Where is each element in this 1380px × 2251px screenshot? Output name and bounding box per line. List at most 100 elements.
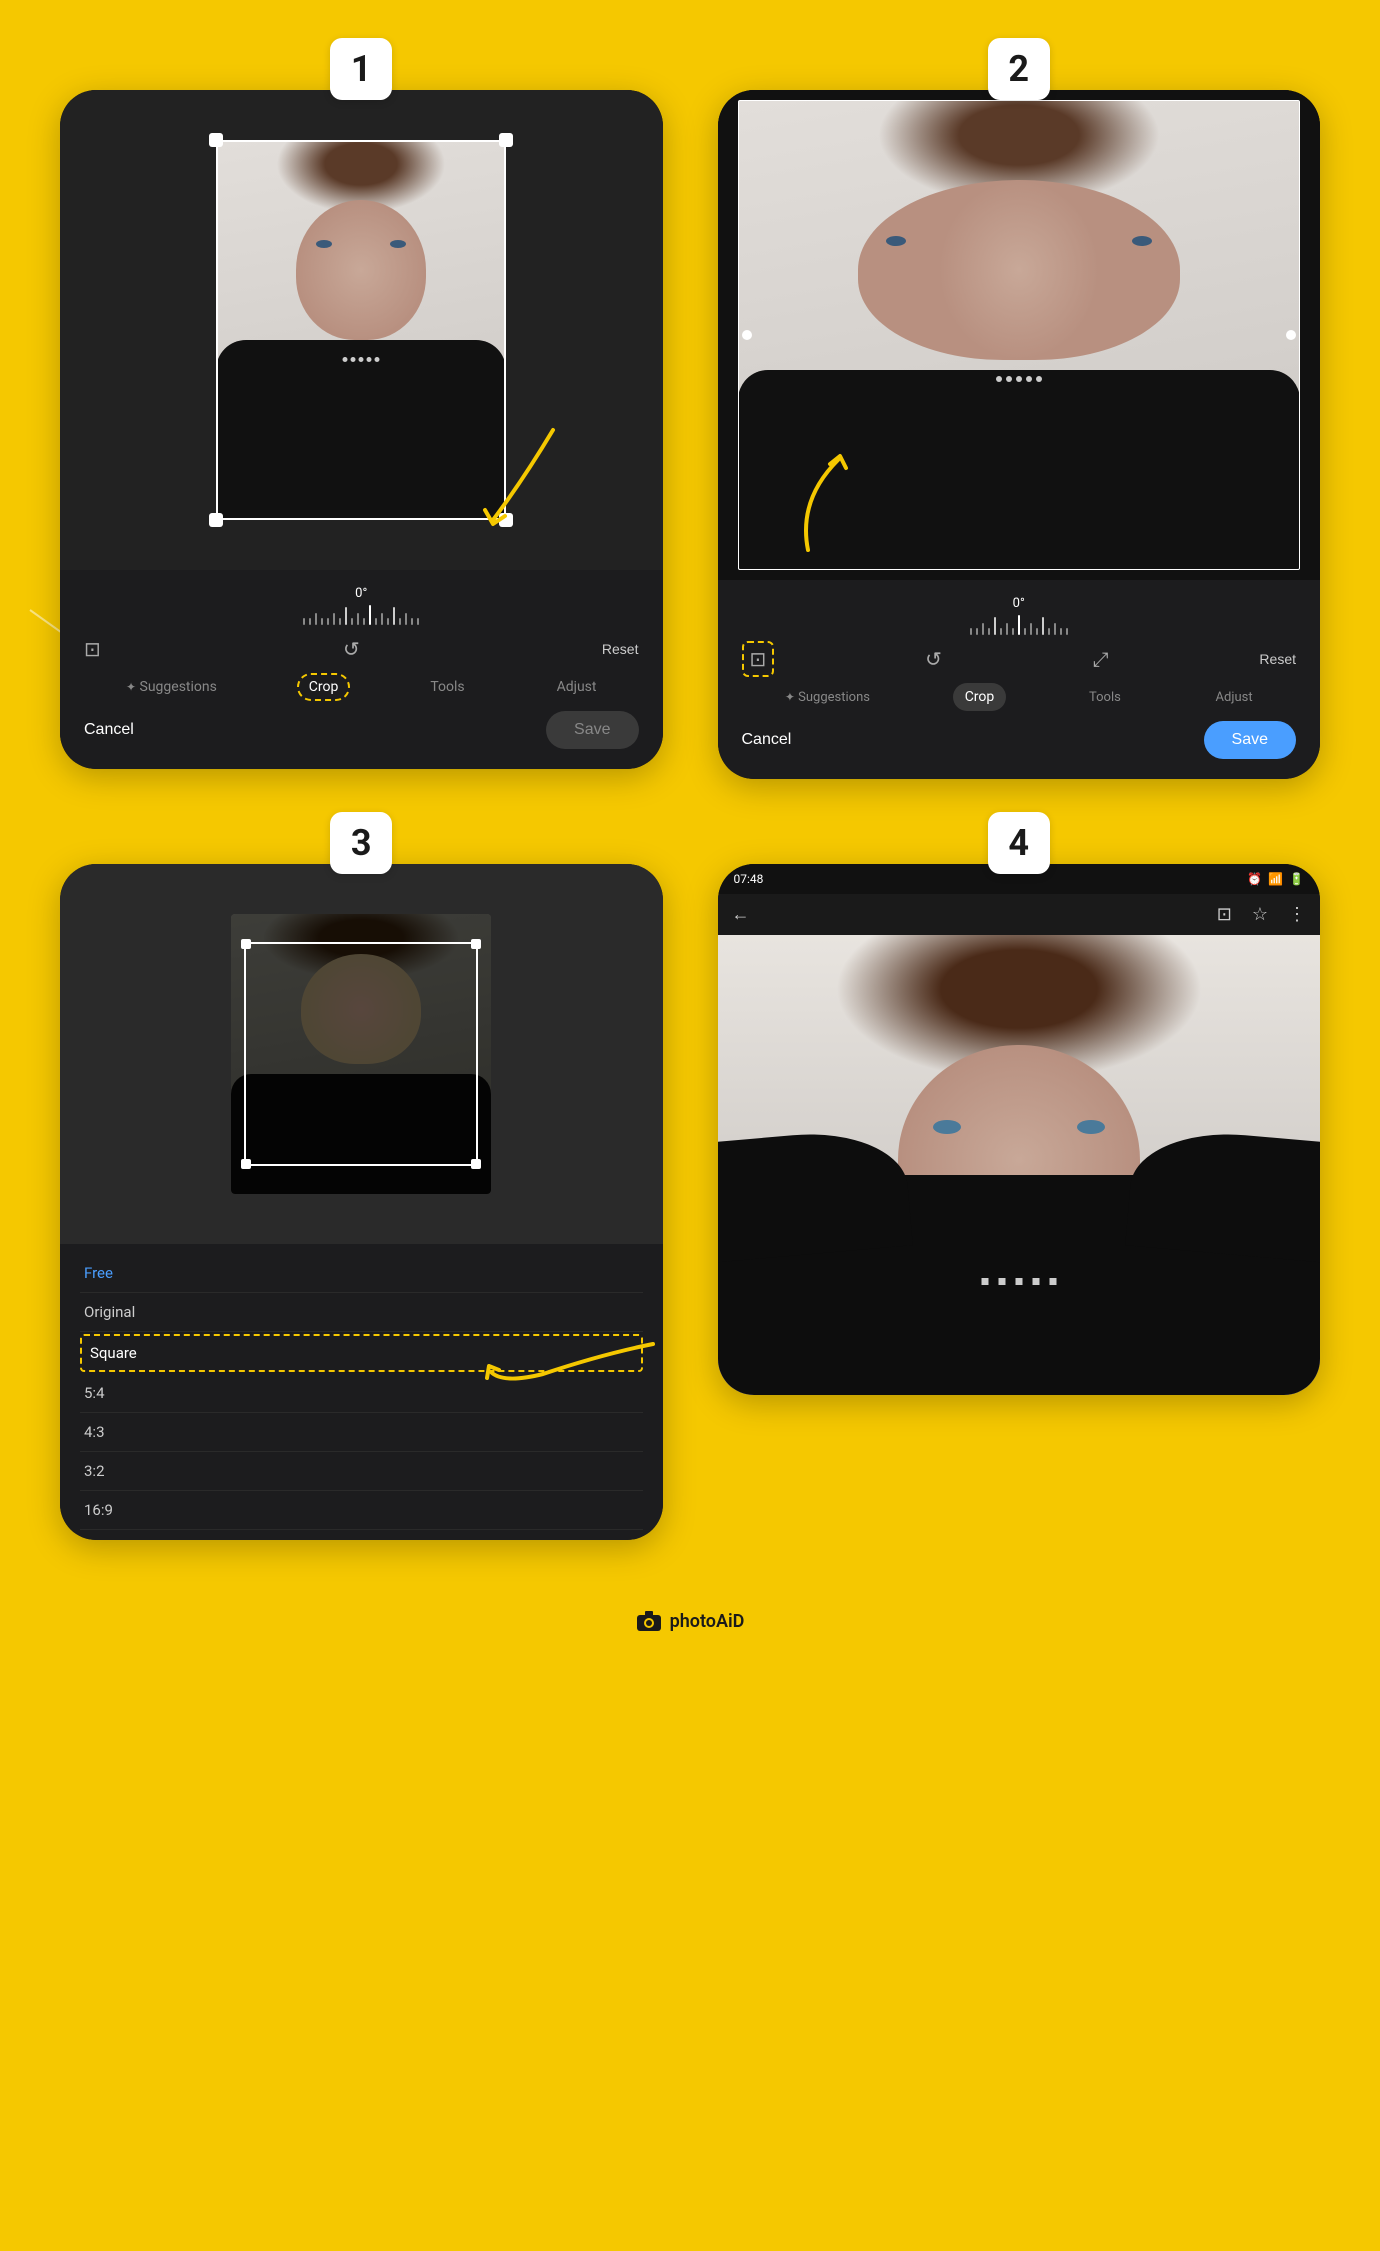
crop-list: Free Original Square 5:4 4:3 3:2 16:9 [60, 1244, 663, 1540]
ruler-mark [339, 618, 341, 625]
ruler-mark [327, 618, 329, 625]
ruler-mark [1030, 623, 1032, 635]
save-button-1[interactable]: Save [546, 711, 638, 749]
arrow-1 [443, 420, 583, 540]
crop-handle-br-3[interactable] [471, 1159, 481, 1169]
cancel-button-1[interactable]: Cancel [84, 721, 134, 739]
tab-row-1: ✦ Suggestions Crop Tools Adjust [80, 673, 643, 701]
battery-icon: 🔋 [1289, 872, 1304, 886]
ruler-mark [363, 618, 365, 625]
crop-option-16-9[interactable]: 16:9 [80, 1491, 643, 1530]
cancel-button-2[interactable]: Cancel [742, 731, 792, 749]
ruler-mark [315, 613, 317, 625]
ruler-mark [333, 613, 335, 625]
ruler-mark [1006, 623, 1008, 635]
tab-tools-2[interactable]: Tools [1077, 684, 1133, 711]
step-4-photo-result [718, 935, 1321, 1395]
step-2-phone: 0° [718, 90, 1321, 779]
rotate-icon[interactable]: ↺ [343, 637, 360, 661]
more-icon[interactable]: ⋮ [1288, 904, 1306, 925]
tab-crop-1[interactable]: Crop [297, 673, 351, 701]
step-4-badge: 4 [988, 812, 1050, 874]
expand-icon-2[interactable]: ⤢ [1093, 647, 1109, 671]
step-1-image-area [60, 90, 663, 570]
toolbar-row-1: ⊡ ↺ Reset [80, 637, 643, 661]
ruler-mark [351, 618, 353, 625]
tab-suggestions-1[interactable]: ✦ Suggestions [114, 673, 229, 701]
crop-option-original[interactable]: Original [80, 1293, 643, 1332]
ruler-mark [405, 613, 407, 625]
ruler-mark [1054, 623, 1056, 635]
ruler-mark [994, 617, 996, 635]
tab-row-2: ✦ Suggestions Crop Tools Adjust [738, 683, 1301, 711]
star-icon[interactable]: ☆ [1252, 904, 1268, 925]
step-3-photo [231, 914, 491, 1194]
status-icons: ⏰ 📶 🔋 [1247, 872, 1304, 886]
crop-handle-tl-1[interactable] [209, 133, 223, 147]
step-2-controls: 0° [718, 580, 1321, 779]
step-2-badge: 2 [988, 38, 1050, 100]
camera-icon [636, 1610, 662, 1632]
ruler-mark [1066, 628, 1068, 635]
crop-option-4-3[interactable]: 4:3 [80, 1413, 643, 1452]
tab-adjust-2[interactable]: Adjust [1204, 684, 1265, 711]
step-4-wrapper: 4 07:48 ⏰ 📶 🔋 ← ⊡ ☆ [718, 834, 1321, 1540]
step-1-phone: 0° [60, 90, 663, 769]
tab-adjust-1[interactable]: Adjust [545, 673, 609, 701]
reset-button-2[interactable]: Reset [1259, 651, 1296, 667]
ruler-mark [417, 618, 419, 625]
arrow-3 [483, 1334, 663, 1394]
step-1-controls: 0° [60, 570, 663, 769]
ruler-mark [303, 618, 305, 625]
crop-handle-bl-3[interactable] [241, 1159, 251, 1169]
rotation-ruler-2: 0° [738, 596, 1301, 635]
crop-option-free[interactable]: Free [80, 1254, 643, 1293]
step-3-phone: Free Original Square 5:4 4:3 3:2 16:9 [60, 864, 663, 1540]
ruler-mark [982, 623, 984, 635]
tab-tools-1[interactable]: Tools [418, 673, 476, 701]
step-3-image-area [60, 864, 663, 1244]
save-button-2[interactable]: Save [1204, 721, 1296, 759]
browser-bar: ← ⊡ ☆ ⋮ [718, 894, 1321, 935]
rotation-ruler-1: 0° [80, 586, 643, 625]
ruler-mark [411, 618, 413, 625]
ruler-mark [1048, 628, 1050, 635]
crop-handle-tr-3[interactable] [471, 939, 481, 949]
ruler-mark [381, 613, 383, 625]
ruler-mark [357, 613, 359, 625]
bottom-row-1: Cancel Save [80, 711, 643, 749]
wifi-icon: 📶 [1268, 872, 1283, 886]
ruler-mark [970, 628, 972, 635]
logo-text: photoAiD [670, 1611, 745, 1632]
status-time: 07:48 [734, 872, 764, 886]
ruler-mark [375, 618, 377, 625]
ruler-mark [976, 628, 978, 635]
aspect-ratio-icon-highlighted[interactable]: ⊡ [742, 641, 775, 677]
tab-crop-2[interactable]: Crop [953, 683, 1007, 711]
step-1-wrapper: 1 [60, 60, 663, 779]
reset-button-1[interactable]: Reset [602, 641, 639, 657]
crop-handle-tl-3[interactable] [241, 939, 251, 949]
tab-suggestions-2[interactable]: ✦ Suggestions [773, 684, 882, 711]
step-2-wrapper: 2 [718, 60, 1321, 779]
crop-handle-tr-1[interactable] [499, 133, 513, 147]
step-3-crop-box[interactable] [244, 942, 478, 1166]
ruler-mark [988, 628, 990, 635]
step-2-image-area [718, 90, 1321, 580]
back-icon[interactable]: ← [732, 904, 750, 925]
ruler-mark [309, 618, 311, 625]
step-4-phone: 07:48 ⏰ 📶 🔋 ← ⊡ ☆ ⋮ [718, 864, 1321, 1395]
degree-2: 0° [738, 596, 1301, 611]
crop-option-3-2[interactable]: 3:2 [80, 1452, 643, 1491]
crop-handle-bl-1[interactable] [209, 513, 223, 527]
aspect-ratio-icon[interactable]: ⊡ [84, 637, 101, 661]
ruler-mark [1060, 628, 1062, 635]
ruler-mark [399, 618, 401, 625]
ruler-marks-2 [738, 615, 1301, 635]
steps-grid: 1 [60, 60, 1320, 1540]
page-wrapper: 1 [0, 0, 1380, 2251]
rotate-icon-2[interactable]: ↺ [925, 647, 942, 671]
cast-icon[interactable]: ⊡ [1217, 904, 1232, 925]
ruler-mark [1012, 628, 1014, 635]
ruler-mark [1036, 628, 1038, 635]
